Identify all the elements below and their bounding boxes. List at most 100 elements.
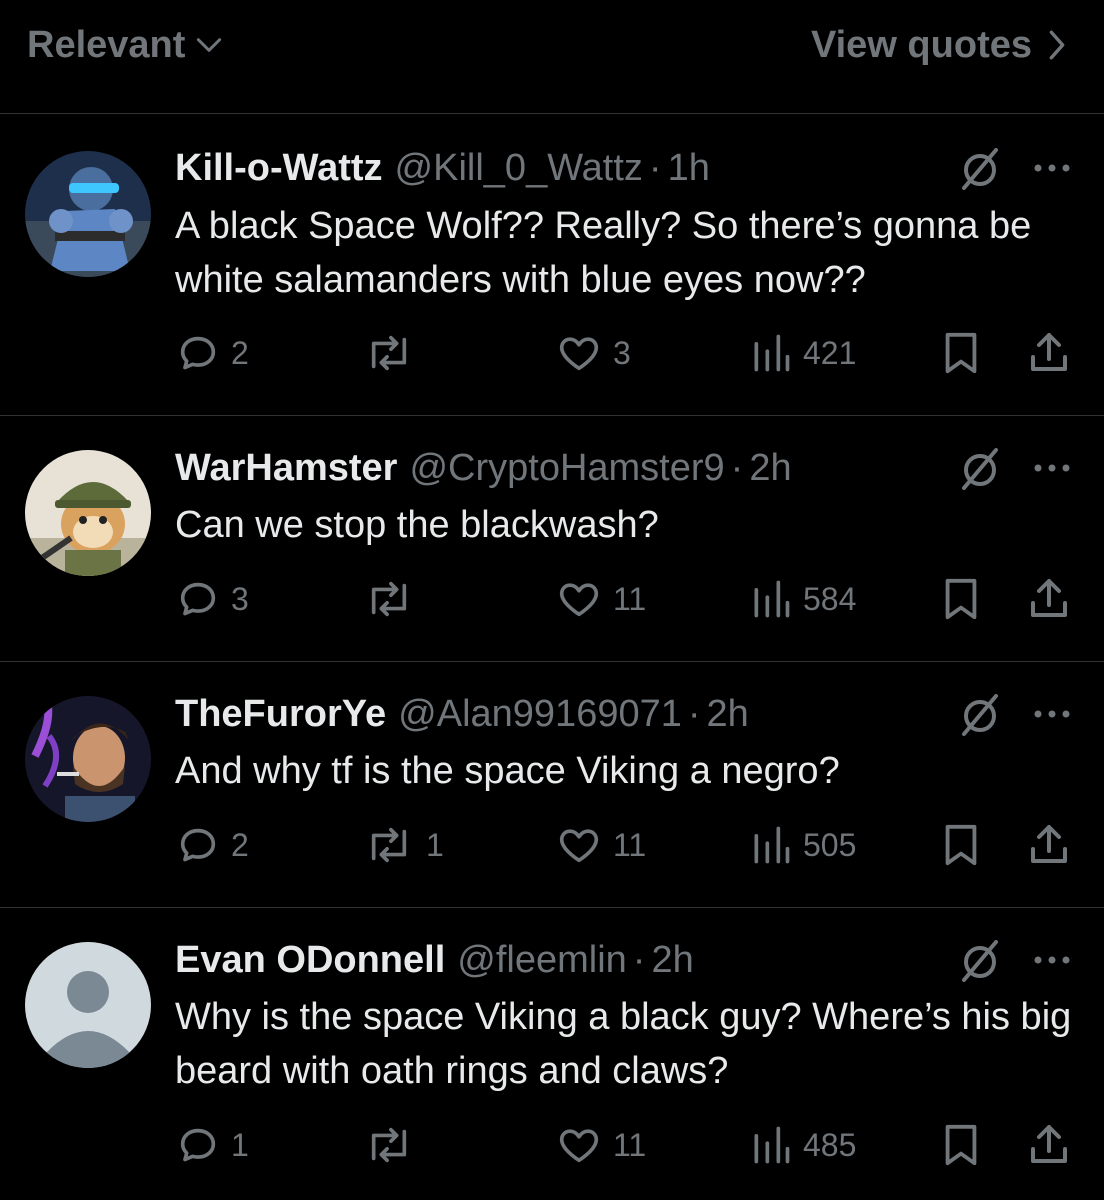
- bookmark-icon: [940, 822, 982, 868]
- sort-dropdown[interactable]: Relevant: [27, 20, 225, 70]
- avatar[interactable]: [25, 696, 151, 822]
- user-handle[interactable]: @fleemlin: [457, 939, 627, 982]
- reply-button[interactable]: 3: [175, 574, 249, 624]
- reply-header: WarHamster @CryptoHamster9 · 2h: [175, 443, 792, 493]
- like-button[interactable]: 3: [555, 328, 631, 378]
- like-button[interactable]: 11: [555, 820, 646, 870]
- reply-header: Kill-o-Wattz @Kill_0_Wattz · 1h: [175, 143, 710, 193]
- more-options-icon[interactable]: [1030, 936, 1074, 984]
- share-button[interactable]: [1024, 820, 1074, 870]
- grok-icon[interactable]: [956, 144, 1004, 192]
- heart-icon: [555, 822, 603, 868]
- view-quotes-label: View quotes: [810, 23, 1032, 66]
- share-icon: [1024, 575, 1074, 623]
- chevron-right-icon: [1044, 28, 1070, 62]
- repost-icon: [362, 330, 416, 376]
- timestamp[interactable]: 2h: [651, 939, 693, 982]
- views-button[interactable]: 505: [749, 820, 856, 870]
- display-name[interactable]: TheFurorYe: [175, 693, 386, 736]
- view-count: 485: [803, 1126, 857, 1163]
- share-icon: [1024, 821, 1074, 869]
- separator-dot: ·: [648, 146, 662, 189]
- reply-text: Can we stop the blackwash?: [175, 504, 659, 546]
- action-bar: 2 3 421: [0, 328, 1104, 378]
- share-icon: [1024, 329, 1074, 377]
- action-bar: 3 11 584: [0, 574, 1104, 624]
- repost-icon: [362, 1122, 416, 1168]
- bookmark-button[interactable]: [940, 328, 982, 378]
- action-bar: 1 11 485: [0, 1120, 1104, 1170]
- bookmark-button[interactable]: [940, 574, 982, 624]
- action-bar: 2 1 11 505: [0, 820, 1104, 870]
- reply-icon: [175, 1122, 221, 1168]
- display-name[interactable]: WarHamster: [175, 447, 397, 490]
- display-name[interactable]: Kill-o-Wattz: [175, 147, 383, 190]
- repost-count: 1: [426, 826, 444, 863]
- views-chart-icon: [749, 331, 793, 375]
- chevron-down-icon: [193, 29, 225, 61]
- bookmark-icon: [940, 1122, 982, 1168]
- reply-button[interactable]: 2: [175, 820, 249, 870]
- display-name[interactable]: Evan ODonnell: [175, 939, 445, 982]
- repost-button[interactable]: 1: [362, 820, 444, 870]
- repost-icon: [362, 576, 416, 622]
- like-button[interactable]: 11: [555, 1120, 646, 1170]
- view-count: 421: [803, 334, 857, 371]
- reply-sort-bar: Relevant View quotes: [0, 0, 1104, 114]
- more-options-icon[interactable]: [1030, 444, 1074, 492]
- reply-text: And why tf is the space Viking a negro?: [175, 750, 840, 792]
- like-count: 11: [613, 580, 647, 617]
- avatar[interactable]: [25, 942, 151, 1068]
- views-button[interactable]: 421: [749, 328, 856, 378]
- reply-count: 2: [231, 334, 249, 371]
- like-count: 3: [613, 334, 631, 371]
- separator-dot: ·: [632, 938, 646, 981]
- bookmark-button[interactable]: [940, 1120, 982, 1170]
- reply-icon: [175, 822, 221, 868]
- separator-dot: ·: [730, 446, 744, 489]
- share-button[interactable]: [1024, 1120, 1074, 1170]
- view-quotes-link[interactable]: View quotes: [811, 20, 1070, 70]
- reply-count: 3: [231, 580, 249, 617]
- user-handle[interactable]: @Alan99169071: [398, 693, 682, 736]
- share-button[interactable]: [1024, 574, 1074, 624]
- timestamp[interactable]: 2h: [749, 447, 791, 490]
- like-button[interactable]: 11: [555, 574, 646, 624]
- user-handle[interactable]: @CryptoHamster9: [409, 447, 724, 490]
- avatar[interactable]: [25, 450, 151, 576]
- more-options-icon[interactable]: [1030, 144, 1074, 192]
- view-count: 584: [803, 580, 857, 617]
- sort-label: Relevant: [27, 23, 186, 66]
- reply-button[interactable]: 1: [175, 1120, 249, 1170]
- repost-button[interactable]: [362, 1120, 426, 1170]
- reply-item[interactable]: TheFurorYe @Alan99169071 · 2h And why tf…: [0, 662, 1104, 908]
- reply-text: Why is the space Viking a black guy? Whe…: [175, 996, 1072, 1092]
- views-chart-icon: [749, 577, 793, 621]
- reply-header: TheFurorYe @Alan99169071 · 2h: [175, 689, 749, 739]
- avatar[interactable]: [25, 151, 151, 277]
- reply-item[interactable]: Kill-o-Wattz @Kill_0_Wattz · 1h A black …: [0, 114, 1104, 416]
- reply-item[interactable]: WarHamster @CryptoHamster9 · 2h Can we s…: [0, 416, 1104, 662]
- reply-button[interactable]: 2: [175, 328, 249, 378]
- more-options-icon[interactable]: [1030, 690, 1074, 738]
- timestamp[interactable]: 2h: [707, 693, 749, 736]
- repost-button[interactable]: [362, 574, 426, 624]
- grok-icon[interactable]: [956, 936, 1004, 984]
- user-handle[interactable]: @Kill_0_Wattz: [395, 147, 643, 190]
- bookmark-icon: [940, 330, 982, 376]
- share-button[interactable]: [1024, 328, 1074, 378]
- heart-icon: [555, 1122, 603, 1168]
- reply-item[interactable]: Evan ODonnell @fleemlin · 2h Why is the …: [0, 908, 1104, 1200]
- grok-icon[interactable]: [956, 444, 1004, 492]
- reply-count: 2: [231, 826, 249, 863]
- grok-icon[interactable]: [956, 690, 1004, 738]
- view-count: 505: [803, 826, 857, 863]
- repost-button[interactable]: [362, 328, 426, 378]
- heart-icon: [555, 576, 603, 622]
- views-button[interactable]: 584: [749, 574, 856, 624]
- bookmark-button[interactable]: [940, 820, 982, 870]
- timestamp[interactable]: 1h: [668, 147, 710, 190]
- views-button[interactable]: 485: [749, 1120, 856, 1170]
- reply-text: A black Space Wolf?? Really? So there’s …: [175, 205, 1032, 301]
- reply-header: Evan ODonnell @fleemlin · 2h: [175, 935, 694, 985]
